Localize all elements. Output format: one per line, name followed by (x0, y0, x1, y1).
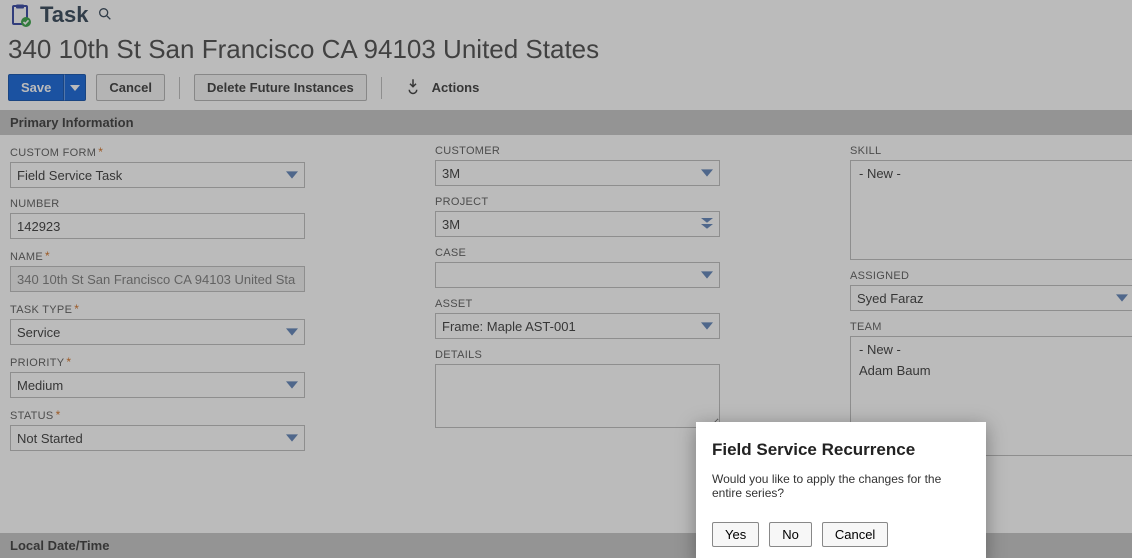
header: Task 340 10th St San Francisco CA 94103 … (0, 0, 1132, 65)
name-input[interactable] (10, 266, 305, 292)
asset-select[interactable]: Frame: Maple AST-001 (435, 313, 720, 339)
chevron-down-icon (286, 432, 298, 444)
field-number: NUMBER (10, 198, 305, 239)
assigned-select[interactable]: Syed Faraz (850, 285, 1132, 311)
status-select[interactable]: Not Started (10, 425, 305, 451)
case-select[interactable] (435, 262, 720, 288)
customer-select[interactable]: 3M (435, 160, 720, 186)
field-task-type: TASK TYPE* Service (10, 302, 305, 345)
chevron-down-icon (286, 379, 298, 391)
field-customer: CUSTOMER 3M (435, 145, 720, 186)
dialog-button-row: Yes No Cancel (712, 522, 970, 547)
label-name: NAME* (10, 249, 305, 263)
label-case: CASE (435, 247, 720, 259)
form-column-1: CUSTOM FORM* Field Service Task NUMBER N… (10, 145, 305, 494)
dialog-title: Field Service Recurrence (712, 440, 970, 460)
label-customer: CUSTOMER (435, 145, 720, 157)
field-project: PROJECT 3M (435, 196, 720, 237)
save-split-button: Save (8, 74, 86, 101)
record-title: 340 10th St San Francisco CA 94103 Unite… (8, 34, 1124, 65)
field-status: STATUS* Not Started (10, 408, 305, 451)
label-priority: PRIORITY* (10, 355, 305, 369)
actions-icon (404, 77, 422, 98)
section-primary-information: Primary Information (0, 110, 1132, 135)
field-name: NAME* (10, 249, 305, 292)
chevron-down-icon (701, 269, 713, 281)
dialog-yes-button[interactable]: Yes (712, 522, 759, 547)
priority-select[interactable]: Medium (10, 372, 305, 398)
task-edit-page: Task 340 10th St San Francisco CA 94103 … (0, 0, 1132, 558)
dialog-message: Would you like to apply the changes for … (712, 472, 970, 500)
chevron-down-icon (701, 167, 713, 179)
list-item[interactable]: Adam Baum (851, 360, 1132, 381)
label-task-type: TASK TYPE* (10, 302, 305, 316)
task-type-select[interactable]: Service (10, 319, 305, 345)
save-dropdown-caret[interactable] (64, 74, 86, 101)
field-priority: PRIORITY* Medium (10, 355, 305, 398)
double-chevron-down-icon (701, 218, 713, 230)
cancel-button[interactable]: Cancel (96, 74, 165, 101)
label-asset: ASSET (435, 298, 720, 310)
label-team: TEAM (850, 321, 1132, 333)
list-item[interactable]: - New - (851, 163, 1132, 184)
save-button[interactable]: Save (8, 74, 64, 101)
toolbar: Save Cancel Delete Future Instances Acti… (0, 73, 1132, 110)
list-item[interactable]: - New - (851, 339, 1132, 360)
dialog-cancel-button[interactable]: Cancel (822, 522, 888, 547)
label-assigned: ASSIGNED (850, 270, 1132, 282)
skill-listbox[interactable]: - New - (850, 160, 1132, 260)
chevron-down-icon (701, 320, 713, 332)
form-column-2: CUSTOMER 3M PROJECT 3M CASE (435, 145, 720, 494)
number-input[interactable] (10, 213, 305, 239)
field-service-recurrence-dialog: Field Service Recurrence Would you like … (696, 422, 986, 558)
custom-form-select[interactable]: Field Service Task (10, 162, 305, 188)
label-number: NUMBER (10, 198, 305, 210)
title-row: Task (8, 2, 1124, 28)
field-skill: SKILL - New - (850, 145, 1132, 260)
field-asset: ASSET Frame: Maple AST-001 (435, 298, 720, 339)
label-skill: SKILL (850, 145, 1132, 157)
field-assigned: ASSIGNED Syed Faraz (850, 270, 1132, 311)
delete-future-instances-button[interactable]: Delete Future Instances (194, 74, 367, 101)
dialog-no-button[interactable]: No (769, 522, 812, 547)
page-title: Task (40, 2, 89, 28)
search-icon[interactable] (97, 6, 113, 25)
field-details: DETAILS (435, 349, 720, 428)
label-status: STATUS* (10, 408, 305, 422)
toolbar-separator (381, 77, 382, 99)
project-select[interactable]: 3M (435, 211, 720, 237)
label-details: DETAILS (435, 349, 720, 361)
actions-label: Actions (432, 80, 480, 95)
chevron-down-icon (286, 326, 298, 338)
chevron-down-icon (1116, 292, 1128, 304)
toolbar-separator (179, 77, 180, 99)
label-custom-form: CUSTOM FORM* (10, 145, 305, 159)
clipboard-check-icon (8, 3, 32, 27)
field-case: CASE (435, 247, 720, 288)
details-textarea[interactable] (435, 364, 720, 428)
field-custom-form: CUSTOM FORM* Field Service Task (10, 145, 305, 188)
label-project: PROJECT (435, 196, 720, 208)
actions-menu-button[interactable]: Actions (396, 73, 488, 102)
chevron-down-icon (286, 169, 298, 181)
